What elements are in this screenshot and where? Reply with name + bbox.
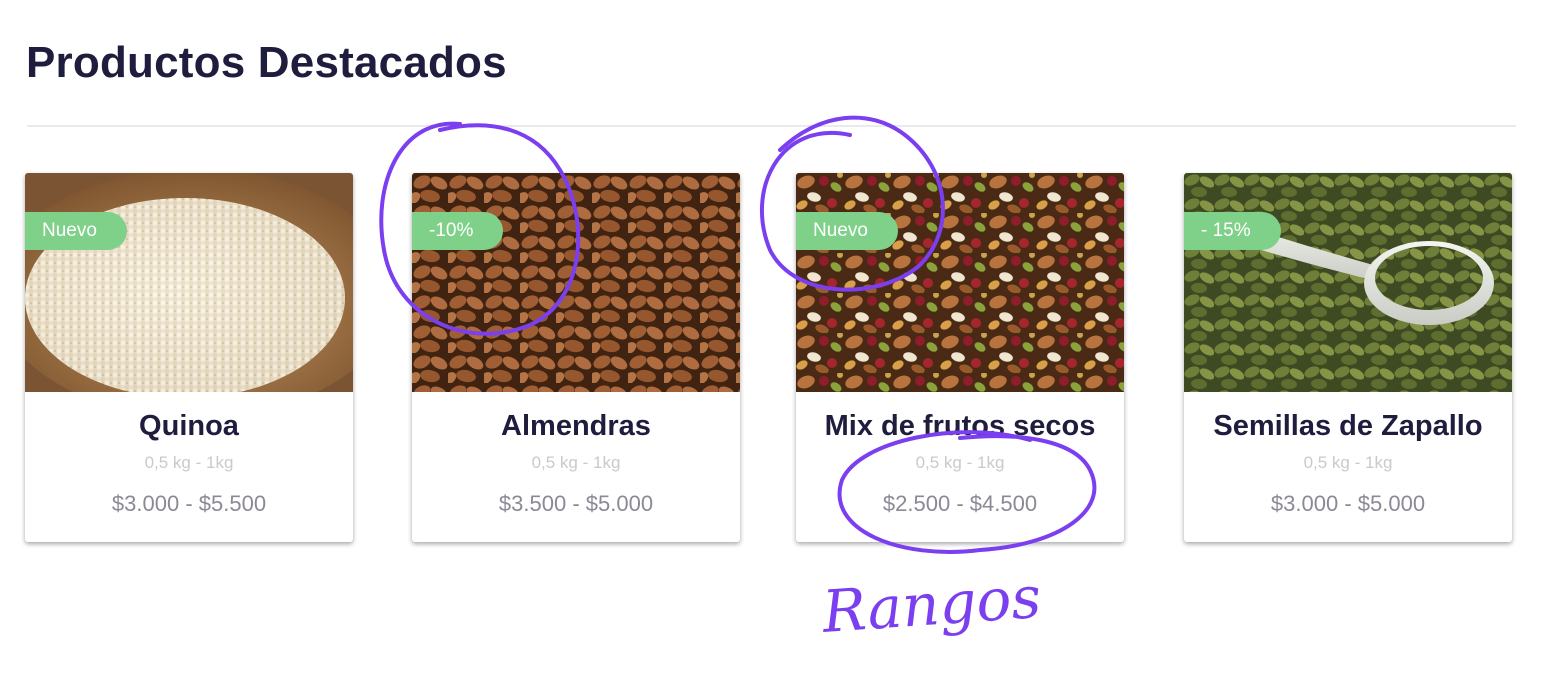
product-weight-range: 0,5 kg - 1kg bbox=[531, 453, 621, 472]
section-title: Productos Destacados bbox=[26, 38, 507, 87]
product-price-range: $3.000 - $5.500 bbox=[111, 491, 267, 516]
product-image-mix-frutos-secos[interactable]: Nuevo bbox=[796, 173, 1124, 392]
section-divider bbox=[27, 125, 1516, 127]
product-card-almendras[interactable]: -10% Almendras 0,5 kg - 1kg $3.500 - $5.… bbox=[412, 173, 740, 542]
product-weight-range: 0,5 kg - 1kg bbox=[1303, 453, 1393, 472]
product-price-range: $2.500 - $4.500 bbox=[882, 491, 1038, 516]
product-card-mix-frutos-secos[interactable]: Nuevo Mix de frutos secos 0,5 kg - 1kg $… bbox=[796, 173, 1124, 542]
product-name[interactable]: Semillas de Zapallo bbox=[1184, 408, 1512, 444]
product-price-range: $3.000 - $5.000 bbox=[1270, 491, 1426, 516]
product-weight-range: 0,5 kg - 1kg bbox=[144, 453, 234, 472]
product-name[interactable]: Mix de frutos secos bbox=[796, 408, 1124, 444]
product-price-range: $3.500 - $5.000 bbox=[498, 491, 654, 516]
product-name[interactable]: Almendras bbox=[412, 408, 740, 444]
product-image-semillas-zapallo[interactable]: - 15% bbox=[1184, 173, 1512, 392]
product-card-quinoa[interactable]: Nuevo Quinoa 0,5 kg - 1kg $3.000 - $5.50… bbox=[25, 173, 353, 542]
badge-discount: - 15% bbox=[1184, 212, 1281, 250]
badge-new: Nuevo bbox=[25, 212, 127, 250]
handwritten-note-rangos: Rangos bbox=[819, 563, 1043, 646]
badge-new: Nuevo bbox=[796, 212, 898, 250]
product-card-semillas-zapallo[interactable]: - 15% Semillas de Zapallo 0,5 kg - 1kg $… bbox=[1184, 173, 1512, 542]
badge-discount: -10% bbox=[412, 212, 504, 250]
product-name[interactable]: Quinoa bbox=[25, 408, 353, 444]
product-weight-range: 0,5 kg - 1kg bbox=[915, 453, 1005, 472]
product-image-almendras[interactable]: -10% bbox=[412, 173, 740, 392]
product-image-quinoa[interactable]: Nuevo bbox=[25, 173, 353, 392]
